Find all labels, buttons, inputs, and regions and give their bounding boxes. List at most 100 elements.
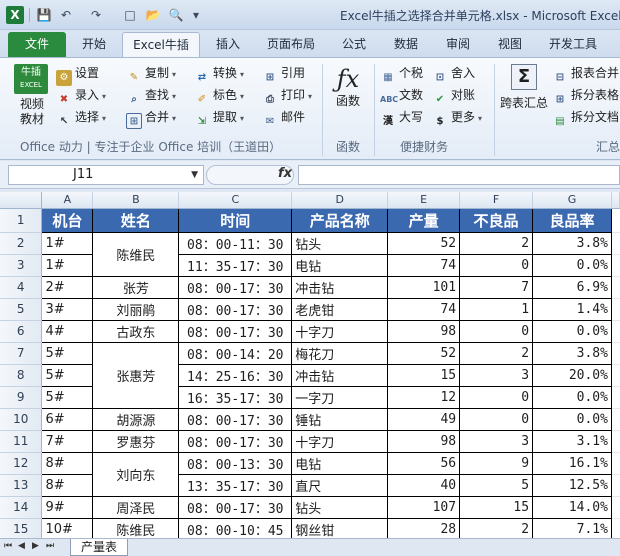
yield-rate-cell[interactable]: 0.0% <box>532 319 612 343</box>
product-cell[interactable]: 一字刀 <box>291 385 389 409</box>
machine-cell[interactable]: 10# <box>41 517 94 538</box>
yield-rate-cell[interactable]: 6.9% <box>532 275 612 299</box>
round-button[interactable]: ⊡ 舍入 <box>432 63 475 83</box>
tab-home[interactable]: 开始 <box>72 32 116 57</box>
output-cell[interactable]: 40 <box>387 473 461 497</box>
yield-rate-cell[interactable]: 3.8% <box>532 231 612 255</box>
yield-rate-cell[interactable]: 12.5% <box>532 473 612 497</box>
save-icon[interactable]: 💾 <box>36 6 52 24</box>
table-header-cell[interactable]: 姓名 <box>92 207 180 233</box>
product-cell[interactable]: 电钻 <box>291 253 389 277</box>
defects-cell[interactable]: 0 <box>459 385 534 409</box>
yield-rate-cell[interactable]: 0.0% <box>532 407 612 431</box>
table-header-cell[interactable]: 良品率 <box>532 207 612 233</box>
time-cell[interactable]: 08：00-10：45 <box>178 517 293 538</box>
tab-file[interactable]: 文件 <box>8 32 66 57</box>
output-cell[interactable]: 74 <box>387 297 461 321</box>
time-cell[interactable]: 08：00-14：20 <box>178 341 293 365</box>
product-cell[interactable]: 锤钻 <box>291 407 389 431</box>
product-cell[interactable]: 十字刀 <box>291 319 389 343</box>
defects-cell[interactable]: 7 <box>459 275 534 299</box>
empty-cell[interactable] <box>611 320 620 343</box>
table-header-cell[interactable]: 不良品 <box>459 207 534 233</box>
empty-cell[interactable] <box>611 342 620 365</box>
machine-cell[interactable]: 9# <box>41 495 94 519</box>
tab-excel-niucha[interactable]: Excel牛插 <box>122 32 200 57</box>
empty-cell[interactable] <box>611 408 620 431</box>
name-cell[interactable]: 古政东 <box>92 319 180 343</box>
table-header-cell[interactable]: 产量 <box>387 207 461 233</box>
time-cell[interactable]: 14：25-16：30 <box>178 363 293 387</box>
input-button[interactable]: ✖ 录入 ▾ <box>56 85 106 105</box>
new-file-icon[interactable]: □ <box>122 6 138 24</box>
text-number-button[interactable]: ABC文数 <box>380 85 423 105</box>
output-cell[interactable]: 107 <box>387 495 461 519</box>
last-sheet-icon[interactable]: ⏭ <box>46 541 54 551</box>
settings-button[interactable]: ⚙ 设置 <box>56 63 99 86</box>
more-button[interactable]: $ 更多 ▾ <box>432 107 483 127</box>
insert-function-icon[interactable]: fx <box>278 166 292 181</box>
highlight-button[interactable]: ✐ 标色 ▾ <box>194 85 244 105</box>
column-header-g[interactable]: G <box>532 192 612 209</box>
name-cell[interactable]: 陈维民 <box>92 517 180 538</box>
time-cell[interactable]: 08：00-17：30 <box>178 429 293 453</box>
customize-quick-access-icon[interactable]: ▾ <box>190 6 202 24</box>
cross-sheet-summary-button[interactable]: Σ 跨表汇总 <box>498 64 550 111</box>
row-header[interactable]: 7 <box>0 342 43 365</box>
time-cell[interactable]: 08：00-17：30 <box>178 319 293 343</box>
row-header[interactable]: 6 <box>0 320 43 343</box>
column-header-e[interactable]: E <box>387 192 461 209</box>
output-cell[interactable]: 98 <box>387 429 461 453</box>
machine-cell[interactable]: 3# <box>41 297 94 321</box>
empty-cell[interactable] <box>611 364 620 387</box>
machine-cell[interactable]: 6# <box>41 407 94 431</box>
find-button[interactable]: ⌕ 查找 ▾ <box>126 85 176 105</box>
machine-cell[interactable]: 2# <box>41 275 94 299</box>
yield-rate-cell[interactable]: 0.0% <box>532 385 612 409</box>
empty-cell[interactable] <box>611 208 620 233</box>
empty-cell[interactable] <box>611 276 620 299</box>
row-header[interactable]: 8 <box>0 364 43 387</box>
tab-formulas[interactable]: 公式 <box>332 32 376 57</box>
empty-cell[interactable] <box>611 496 620 519</box>
output-cell[interactable]: 15 <box>387 363 461 387</box>
tab-developer[interactable]: 开发工具 <box>540 32 606 57</box>
mail-button[interactable]: ✉ 邮件 <box>262 107 305 127</box>
reconcile-button[interactable]: ✔ 对账 <box>432 85 475 105</box>
column-header-a[interactable]: A <box>41 192 94 209</box>
table-header-cell[interactable]: 产品名称 <box>291 207 389 233</box>
row-header[interactable]: 13 <box>0 474 43 497</box>
empty-cell[interactable] <box>611 232 620 255</box>
empty-cell[interactable] <box>611 452 620 475</box>
select-all-corner[interactable] <box>0 192 43 209</box>
defects-cell[interactable]: 3 <box>459 363 534 387</box>
output-cell[interactable]: 49 <box>387 407 461 431</box>
reference-button[interactable]: ⊞ 引用 <box>262 63 305 83</box>
yield-rate-cell[interactable]: 14.0% <box>532 495 612 519</box>
time-cell[interactable]: 08：00-17：30 <box>178 297 293 321</box>
yield-rate-cell[interactable]: 16.1% <box>532 451 612 475</box>
select-button[interactable]: ↖ 选择 ▾ <box>56 107 106 127</box>
first-sheet-icon[interactable]: ⏮ <box>4 541 12 551</box>
empty-cell[interactable] <box>611 298 620 321</box>
output-cell[interactable]: 52 <box>387 231 461 255</box>
time-cell[interactable]: 08：00-13：30 <box>178 451 293 475</box>
defects-cell[interactable]: 0 <box>459 319 534 343</box>
defects-cell[interactable]: 3 <box>459 429 534 453</box>
empty-cell[interactable] <box>611 386 620 409</box>
name-box[interactable]: J11 ▼ <box>8 165 204 185</box>
product-cell[interactable]: 直尺 <box>291 473 389 497</box>
machine-cell[interactable]: 7# <box>41 429 94 453</box>
time-cell[interactable]: 08：00-17：30 <box>178 495 293 519</box>
yield-rate-cell[interactable]: 3.1% <box>532 429 612 453</box>
split-table-button[interactable]: ⊞ 拆分表格 <box>552 85 619 105</box>
function-button[interactable]: ƒx 函数 <box>328 64 368 109</box>
product-cell[interactable]: 冲击钻 <box>291 363 389 387</box>
print-button[interactable]: ⎙ 打印 ▾ <box>262 85 312 105</box>
machine-cell[interactable]: 1# <box>41 253 94 277</box>
product-cell[interactable]: 十字刀 <box>291 429 389 453</box>
worksheet-grid[interactable]: ABCDEFG 1 机台 姓名 时间 产品名称 产量 不良品 良品率 2 1# 陈维民 08：00-1… <box>0 192 620 538</box>
sheet-tab-production[interactable]: 产量表 <box>70 539 128 556</box>
row-header[interactable]: 1 <box>0 208 43 233</box>
tax-button[interactable]: ▦ 个税 <box>380 63 423 83</box>
